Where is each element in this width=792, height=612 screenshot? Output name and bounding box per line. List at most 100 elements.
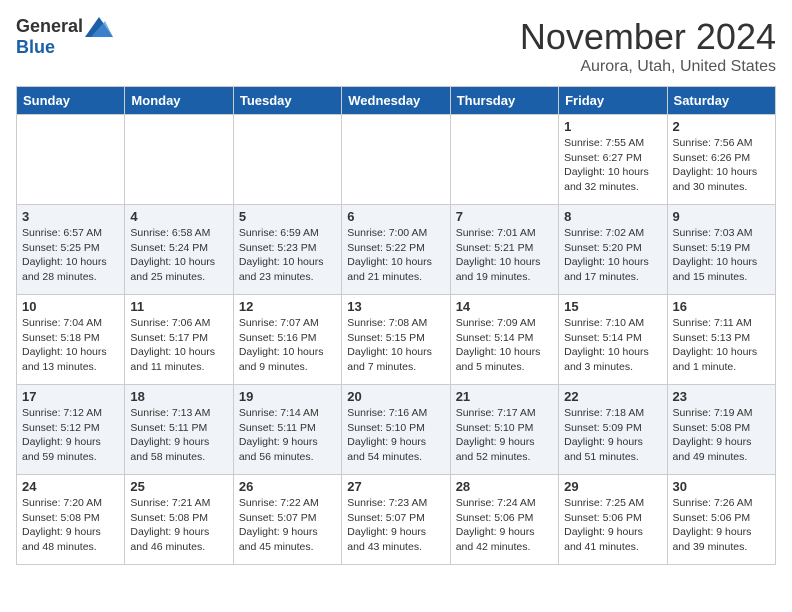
calendar-cell: 23Sunrise: 7:19 AM Sunset: 5:08 PM Dayli…: [667, 385, 775, 475]
calendar-cell: [342, 115, 450, 205]
day-info: Sunrise: 7:25 AM Sunset: 5:06 PM Dayligh…: [564, 496, 661, 555]
day-number: 11: [130, 299, 227, 314]
calendar-cell: 4 Sunrise: 6:58 AM Sunset: 5:24 PM Daylig…: [125, 205, 233, 295]
day-info: Sunrise: 7:19 AM Sunset: 5:08 PM Dayligh…: [673, 406, 770, 465]
calendar-cell: 29 Sunrise: 7:25 AM Sunset: 5:06 PM Dayli…: [559, 475, 667, 565]
day-info: Sunrise: 7:03 AM Sunset: 5:19 PM Dayligh…: [673, 226, 770, 285]
day-info: Sunrise: 7:18 AM Sunset: 5:09 PM Dayligh…: [564, 406, 661, 465]
calendar-cell: 1 Sunrise: 7:55 AM Sunset: 6:27 PM Daylig…: [559, 115, 667, 205]
day-number: 15: [564, 299, 661, 314]
calendar-cell: 21Sunrise: 7:17 AM Sunset: 5:10 PM Dayli…: [450, 385, 558, 475]
day-number: 29: [564, 479, 661, 494]
day-number: 14: [456, 299, 553, 314]
day-number: 27: [347, 479, 444, 494]
day-info: Sunrise: 7:00 AM Sunset: 5:22 PM Dayligh…: [347, 226, 444, 285]
calendar-cell: [233, 115, 341, 205]
day-info: Sunrise: 7:14 AM Sunset: 5:11 PM Dayligh…: [239, 406, 336, 465]
weekday-header-saturday: Saturday: [667, 87, 775, 115]
calendar-table: SundayMondayTuesdayWednesdayThursdayFrid…: [16, 86, 776, 565]
weekday-header-wednesday: Wednesday: [342, 87, 450, 115]
calendar-cell: 3 Sunrise: 6:57 AM Sunset: 5:25 PM Daylig…: [17, 205, 125, 295]
month-title: November 2024: [520, 16, 776, 58]
day-info: Sunrise: 7:55 AM Sunset: 6:27 PM Dayligh…: [564, 136, 661, 195]
calendar-cell: 8Sunrise: 7:02 AM Sunset: 5:20 PM Daylig…: [559, 205, 667, 295]
day-info: Sunrise: 7:24 AM Sunset: 5:06 PM Dayligh…: [456, 496, 553, 555]
calendar-cell: 7 Sunrise: 7:01 AM Sunset: 5:21 PM Daylig…: [450, 205, 558, 295]
calendar-week-row: 3 Sunrise: 6:57 AM Sunset: 5:25 PM Daylig…: [17, 205, 776, 295]
day-info: Sunrise: 7:04 AM Sunset: 5:18 PM Dayligh…: [22, 316, 119, 375]
day-number: 5: [239, 209, 336, 224]
weekday-header-friday: Friday: [559, 87, 667, 115]
calendar-cell: 16 Sunrise: 7:11 AM Sunset: 5:13 PM Dayli…: [667, 295, 775, 385]
calendar-cell: 15 Sunrise: 7:10 AM Sunset: 5:14 PM Dayli…: [559, 295, 667, 385]
calendar-cell: 11 Sunrise: 7:06 AM Sunset: 5:17 PM Dayli…: [125, 295, 233, 385]
day-info: Sunrise: 7:01 AM Sunset: 5:21 PM Dayligh…: [456, 226, 553, 285]
logo-general-text: General: [16, 16, 83, 37]
weekday-header-sunday: Sunday: [17, 87, 125, 115]
calendar-cell: 27Sunrise: 7:23 AM Sunset: 5:07 PM Dayli…: [342, 475, 450, 565]
day-number: 18: [130, 389, 227, 404]
logo: General Blue: [16, 16, 113, 58]
location-title: Aurora, Utah, United States: [520, 58, 776, 76]
day-info: Sunrise: 7:21 AM Sunset: 5:08 PM Dayligh…: [130, 496, 227, 555]
day-info: Sunrise: 7:56 AM Sunset: 6:26 PM Dayligh…: [673, 136, 770, 195]
weekday-header-tuesday: Tuesday: [233, 87, 341, 115]
calendar-week-row: 1 Sunrise: 7:55 AM Sunset: 6:27 PM Daylig…: [17, 115, 776, 205]
calendar-cell: 20 Sunrise: 7:16 AM Sunset: 5:10 PM Dayli…: [342, 385, 450, 475]
calendar-cell: [17, 115, 125, 205]
day-info: Sunrise: 7:16 AM Sunset: 5:10 PM Dayligh…: [347, 406, 444, 465]
day-number: 28: [456, 479, 553, 494]
day-number: 4: [130, 209, 227, 224]
calendar-cell: 19Sunrise: 7:14 AM Sunset: 5:11 PM Dayli…: [233, 385, 341, 475]
calendar-cell: 12 Sunrise: 7:07 AM Sunset: 5:16 PM Dayli…: [233, 295, 341, 385]
day-info: Sunrise: 7:20 AM Sunset: 5:08 PM Dayligh…: [22, 496, 119, 555]
calendar-cell: 17Sunrise: 7:12 AM Sunset: 5:12 PM Dayli…: [17, 385, 125, 475]
calendar-cell: [450, 115, 558, 205]
title-section: November 2024 Aurora, Utah, United State…: [520, 16, 776, 76]
calendar-cell: 2 Sunrise: 7:56 AM Sunset: 6:26 PM Daylig…: [667, 115, 775, 205]
calendar-cell: 14 Sunrise: 7:09 AM Sunset: 5:14 PM Dayli…: [450, 295, 558, 385]
day-number: 7: [456, 209, 553, 224]
calendar-cell: 28 Sunrise: 7:24 AM Sunset: 5:06 PM Dayli…: [450, 475, 558, 565]
calendar-cell: 24 Sunrise: 7:20 AM Sunset: 5:08 PM Dayli…: [17, 475, 125, 565]
calendar-cell: 9 Sunrise: 7:03 AM Sunset: 5:19 PM Daylig…: [667, 205, 775, 295]
day-info: Sunrise: 7:11 AM Sunset: 5:13 PM Dayligh…: [673, 316, 770, 375]
day-info: Sunrise: 6:57 AM Sunset: 5:25 PM Dayligh…: [22, 226, 119, 285]
calendar-week-row: 17Sunrise: 7:12 AM Sunset: 5:12 PM Dayli…: [17, 385, 776, 475]
calendar-cell: 30 Sunrise: 7:26 AM Sunset: 5:06 PM Dayli…: [667, 475, 775, 565]
calendar-cell: 26 Sunrise: 7:22 AM Sunset: 5:07 PM Dayli…: [233, 475, 341, 565]
day-info: Sunrise: 7:12 AM Sunset: 5:12 PM Dayligh…: [22, 406, 119, 465]
calendar-cell: 5Sunrise: 6:59 AM Sunset: 5:23 PM Daylig…: [233, 205, 341, 295]
day-number: 20: [347, 389, 444, 404]
day-number: 12: [239, 299, 336, 314]
day-number: 8: [564, 209, 661, 224]
day-info: Sunrise: 6:58 AM Sunset: 5:24 PM Dayligh…: [130, 226, 227, 285]
day-info: Sunrise: 7:13 AM Sunset: 5:11 PM Dayligh…: [130, 406, 227, 465]
day-info: Sunrise: 7:09 AM Sunset: 5:14 PM Dayligh…: [456, 316, 553, 375]
calendar-cell: 25Sunrise: 7:21 AM Sunset: 5:08 PM Dayli…: [125, 475, 233, 565]
day-number: 10: [22, 299, 119, 314]
day-number: 2: [673, 119, 770, 134]
weekday-header-monday: Monday: [125, 87, 233, 115]
logo-blue-text: Blue: [16, 37, 55, 58]
calendar-week-row: 24 Sunrise: 7:20 AM Sunset: 5:08 PM Dayli…: [17, 475, 776, 565]
day-info: Sunrise: 7:06 AM Sunset: 5:17 PM Dayligh…: [130, 316, 227, 375]
calendar-cell: 22 Sunrise: 7:18 AM Sunset: 5:09 PM Dayli…: [559, 385, 667, 475]
day-info: Sunrise: 7:22 AM Sunset: 5:07 PM Dayligh…: [239, 496, 336, 555]
day-number: 22: [564, 389, 661, 404]
logo-icon: [85, 17, 113, 37]
calendar-cell: 6Sunrise: 7:00 AM Sunset: 5:22 PM Daylig…: [342, 205, 450, 295]
day-number: 16: [673, 299, 770, 314]
day-number: 3: [22, 209, 119, 224]
day-info: Sunrise: 7:07 AM Sunset: 5:16 PM Dayligh…: [239, 316, 336, 375]
day-number: 26: [239, 479, 336, 494]
day-number: 1: [564, 119, 661, 134]
calendar-cell: 13Sunrise: 7:08 AM Sunset: 5:15 PM Dayli…: [342, 295, 450, 385]
day-number: 30: [673, 479, 770, 494]
calendar-cell: 10 Sunrise: 7:04 AM Sunset: 5:18 PM Dayli…: [17, 295, 125, 385]
day-number: 9: [673, 209, 770, 224]
weekday-header-row: SundayMondayTuesdayWednesdayThursdayFrid…: [17, 87, 776, 115]
day-info: Sunrise: 7:10 AM Sunset: 5:14 PM Dayligh…: [564, 316, 661, 375]
day-number: 24: [22, 479, 119, 494]
day-info: Sunrise: 7:26 AM Sunset: 5:06 PM Dayligh…: [673, 496, 770, 555]
